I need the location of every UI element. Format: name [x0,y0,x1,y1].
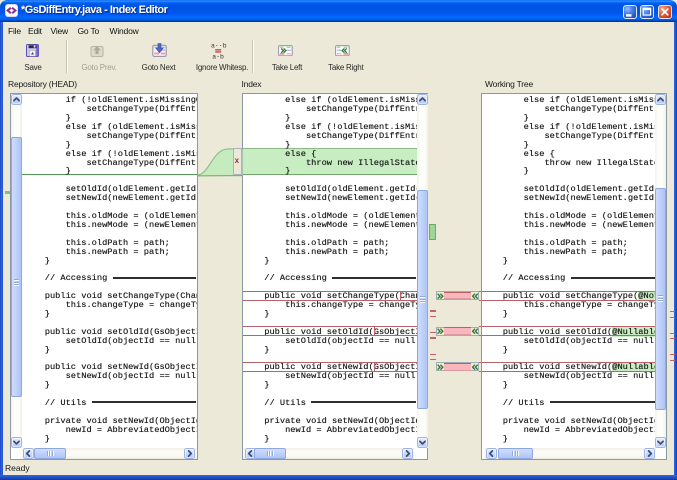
svg-text:a··b: a··b [211,43,227,50]
svg-text:a·b: a·b [212,54,224,60]
